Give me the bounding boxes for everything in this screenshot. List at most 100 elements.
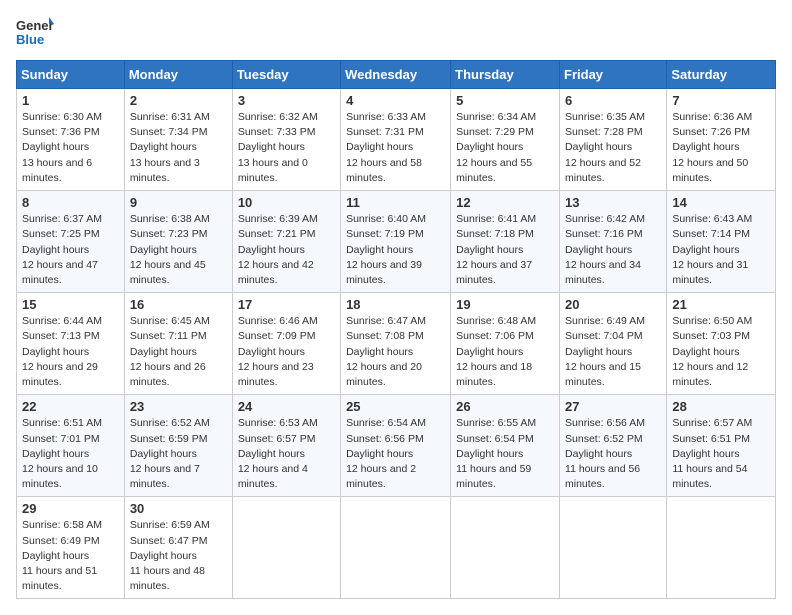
day-info: Sunrise: 6:51 AMSunset: 7:01 PMDaylight …: [22, 416, 119, 492]
calendar-cell: 14 Sunrise: 6:43 AMSunset: 7:14 PMDaylig…: [667, 191, 776, 293]
header-tuesday: Tuesday: [232, 61, 340, 89]
day-number: 29: [22, 501, 119, 516]
calendar-cell: [341, 497, 451, 599]
day-number: 8: [22, 195, 119, 210]
calendar-cell: 23 Sunrise: 6:52 AMSunset: 6:59 PMDaylig…: [124, 395, 232, 497]
logo-svg: General Blue: [16, 16, 54, 50]
day-number: 16: [130, 297, 227, 312]
calendar-cell: 19 Sunrise: 6:48 AMSunset: 7:06 PMDaylig…: [451, 293, 560, 395]
day-info: Sunrise: 6:47 AMSunset: 7:08 PMDaylight …: [346, 314, 445, 390]
day-number: 14: [672, 195, 770, 210]
day-info: Sunrise: 6:41 AMSunset: 7:18 PMDaylight …: [456, 212, 554, 288]
calendar-cell: [451, 497, 560, 599]
day-number: 7: [672, 93, 770, 108]
calendar-week-3: 15 Sunrise: 6:44 AMSunset: 7:13 PMDaylig…: [17, 293, 776, 395]
header-monday: Monday: [124, 61, 232, 89]
calendar-cell: 9 Sunrise: 6:38 AMSunset: 7:23 PMDayligh…: [124, 191, 232, 293]
calendar-cell: 3 Sunrise: 6:32 AMSunset: 7:33 PMDayligh…: [232, 89, 340, 191]
day-info: Sunrise: 6:48 AMSunset: 7:06 PMDaylight …: [456, 314, 554, 390]
calendar-cell: 16 Sunrise: 6:45 AMSunset: 7:11 PMDaylig…: [124, 293, 232, 395]
day-info: Sunrise: 6:32 AMSunset: 7:33 PMDaylight …: [238, 110, 335, 186]
day-info: Sunrise: 6:53 AMSunset: 6:57 PMDaylight …: [238, 416, 335, 492]
header-saturday: Saturday: [667, 61, 776, 89]
calendar-cell: 8 Sunrise: 6:37 AMSunset: 7:25 PMDayligh…: [17, 191, 125, 293]
calendar-cell: 4 Sunrise: 6:33 AMSunset: 7:31 PMDayligh…: [341, 89, 451, 191]
day-number: 10: [238, 195, 335, 210]
day-number: 17: [238, 297, 335, 312]
day-number: 20: [565, 297, 661, 312]
calendar-cell: 15 Sunrise: 6:44 AMSunset: 7:13 PMDaylig…: [17, 293, 125, 395]
day-number: 12: [456, 195, 554, 210]
day-number: 13: [565, 195, 661, 210]
calendar-cell: 28 Sunrise: 6:57 AMSunset: 6:51 PMDaylig…: [667, 395, 776, 497]
calendar-cell: 11 Sunrise: 6:40 AMSunset: 7:19 PMDaylig…: [341, 191, 451, 293]
day-info: Sunrise: 6:50 AMSunset: 7:03 PMDaylight …: [672, 314, 770, 390]
day-info: Sunrise: 6:58 AMSunset: 6:49 PMDaylight …: [22, 518, 119, 594]
day-info: Sunrise: 6:54 AMSunset: 6:56 PMDaylight …: [346, 416, 445, 492]
day-info: Sunrise: 6:44 AMSunset: 7:13 PMDaylight …: [22, 314, 119, 390]
calendar-week-5: 29 Sunrise: 6:58 AMSunset: 6:49 PMDaylig…: [17, 497, 776, 599]
day-info: Sunrise: 6:43 AMSunset: 7:14 PMDaylight …: [672, 212, 770, 288]
day-info: Sunrise: 6:31 AMSunset: 7:34 PMDaylight …: [130, 110, 227, 186]
day-number: 9: [130, 195, 227, 210]
day-info: Sunrise: 6:52 AMSunset: 6:59 PMDaylight …: [130, 416, 227, 492]
day-info: Sunrise: 6:56 AMSunset: 6:52 PMDaylight …: [565, 416, 661, 492]
day-number: 4: [346, 93, 445, 108]
calendar-cell: 5 Sunrise: 6:34 AMSunset: 7:29 PMDayligh…: [451, 89, 560, 191]
day-number: 6: [565, 93, 661, 108]
calendar-cell: 20 Sunrise: 6:49 AMSunset: 7:04 PMDaylig…: [560, 293, 667, 395]
calendar-cell: 24 Sunrise: 6:53 AMSunset: 6:57 PMDaylig…: [232, 395, 340, 497]
page-header: General Blue: [16, 16, 776, 50]
calendar-cell: 29 Sunrise: 6:58 AMSunset: 6:49 PMDaylig…: [17, 497, 125, 599]
day-number: 30: [130, 501, 227, 516]
day-number: 22: [22, 399, 119, 414]
day-number: 19: [456, 297, 554, 312]
header-wednesday: Wednesday: [341, 61, 451, 89]
day-number: 27: [565, 399, 661, 414]
calendar-cell: 1 Sunrise: 6:30 AMSunset: 7:36 PMDayligh…: [17, 89, 125, 191]
svg-text:Blue: Blue: [16, 32, 44, 47]
day-info: Sunrise: 6:34 AMSunset: 7:29 PMDaylight …: [456, 110, 554, 186]
calendar-table: SundayMondayTuesdayWednesdayThursdayFrid…: [16, 60, 776, 599]
calendar-cell: 6 Sunrise: 6:35 AMSunset: 7:28 PMDayligh…: [560, 89, 667, 191]
day-number: 24: [238, 399, 335, 414]
day-info: Sunrise: 6:37 AMSunset: 7:25 PMDaylight …: [22, 212, 119, 288]
calendar-cell: 13 Sunrise: 6:42 AMSunset: 7:16 PMDaylig…: [560, 191, 667, 293]
logo: General Blue: [16, 16, 54, 50]
calendar-cell: [667, 497, 776, 599]
day-number: 18: [346, 297, 445, 312]
calendar-header-row: SundayMondayTuesdayWednesdayThursdayFrid…: [17, 61, 776, 89]
day-info: Sunrise: 6:33 AMSunset: 7:31 PMDaylight …: [346, 110, 445, 186]
header-thursday: Thursday: [451, 61, 560, 89]
calendar-cell: 12 Sunrise: 6:41 AMSunset: 7:18 PMDaylig…: [451, 191, 560, 293]
calendar-week-4: 22 Sunrise: 6:51 AMSunset: 7:01 PMDaylig…: [17, 395, 776, 497]
svg-text:General: General: [16, 18, 54, 33]
calendar-week-1: 1 Sunrise: 6:30 AMSunset: 7:36 PMDayligh…: [17, 89, 776, 191]
day-info: Sunrise: 6:45 AMSunset: 7:11 PMDaylight …: [130, 314, 227, 390]
day-number: 21: [672, 297, 770, 312]
day-number: 23: [130, 399, 227, 414]
day-info: Sunrise: 6:57 AMSunset: 6:51 PMDaylight …: [672, 416, 770, 492]
calendar-cell: 21 Sunrise: 6:50 AMSunset: 7:03 PMDaylig…: [667, 293, 776, 395]
day-info: Sunrise: 6:49 AMSunset: 7:04 PMDaylight …: [565, 314, 661, 390]
day-number: 26: [456, 399, 554, 414]
day-info: Sunrise: 6:59 AMSunset: 6:47 PMDaylight …: [130, 518, 227, 594]
day-info: Sunrise: 6:39 AMSunset: 7:21 PMDaylight …: [238, 212, 335, 288]
calendar-cell: 25 Sunrise: 6:54 AMSunset: 6:56 PMDaylig…: [341, 395, 451, 497]
day-info: Sunrise: 6:38 AMSunset: 7:23 PMDaylight …: [130, 212, 227, 288]
day-number: 1: [22, 93, 119, 108]
day-number: 2: [130, 93, 227, 108]
day-info: Sunrise: 6:46 AMSunset: 7:09 PMDaylight …: [238, 314, 335, 390]
calendar-cell: [560, 497, 667, 599]
day-number: 5: [456, 93, 554, 108]
day-info: Sunrise: 6:30 AMSunset: 7:36 PMDaylight …: [22, 110, 119, 186]
day-number: 3: [238, 93, 335, 108]
day-info: Sunrise: 6:36 AMSunset: 7:26 PMDaylight …: [672, 110, 770, 186]
day-number: 15: [22, 297, 119, 312]
calendar-cell: 27 Sunrise: 6:56 AMSunset: 6:52 PMDaylig…: [560, 395, 667, 497]
calendar-week-2: 8 Sunrise: 6:37 AMSunset: 7:25 PMDayligh…: [17, 191, 776, 293]
calendar-cell: 7 Sunrise: 6:36 AMSunset: 7:26 PMDayligh…: [667, 89, 776, 191]
day-info: Sunrise: 6:55 AMSunset: 6:54 PMDaylight …: [456, 416, 554, 492]
header-sunday: Sunday: [17, 61, 125, 89]
day-number: 25: [346, 399, 445, 414]
